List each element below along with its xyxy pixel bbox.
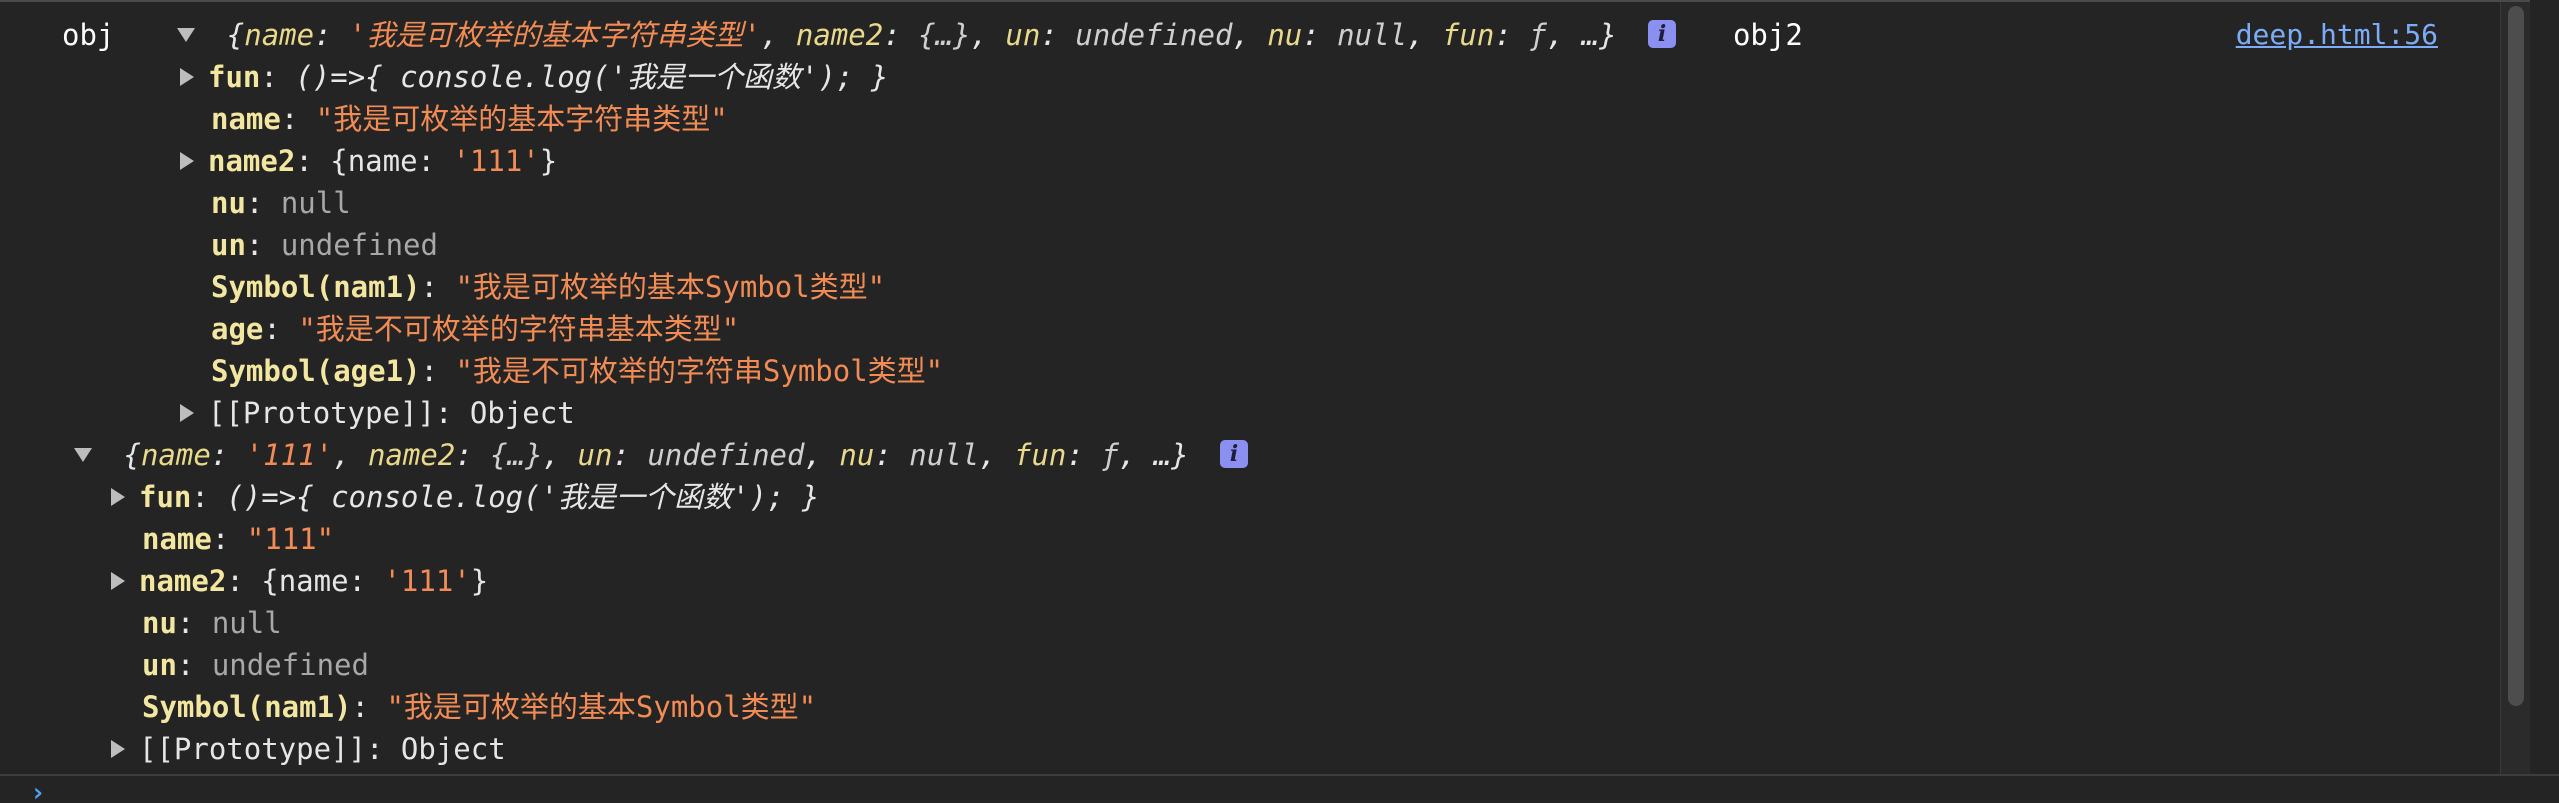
property-row: name: "我是可枚举的基本字符串类型" — [211, 102, 728, 136]
prototype-row[interactable]: [[Prototype]]: Object — [180, 392, 575, 434]
console-log-entry: {name: '111', name2: {…}, un: undefined,… — [74, 434, 1249, 476]
source-link[interactable]: deep.html:56 — [2236, 14, 2438, 56]
triangle-right-icon[interactable] — [180, 404, 194, 422]
triangle-right-icon[interactable] — [180, 68, 194, 86]
property-row: age: "我是不可枚举的字符串基本类型" — [211, 312, 740, 346]
obj-label: obj — [62, 18, 115, 52]
property-row: un: undefined — [142, 648, 369, 682]
property-row: un: undefined — [211, 228, 438, 262]
vertical-scrollbar[interactable] — [2500, 2, 2530, 776]
property-row[interactable]: name2: {name: '111'} — [180, 140, 557, 182]
triangle-down-icon[interactable] — [177, 28, 196, 42]
property-row[interactable]: name2: {name: '111'} — [111, 560, 488, 602]
triangle-right-icon[interactable] — [111, 488, 125, 506]
obj2-label: obj2 — [1732, 18, 1803, 52]
info-icon[interactable]: i — [1648, 20, 1677, 48]
console-log-entry: obj {name: '我是可枚举的基本字符串类型', name2: {…}, … — [62, 14, 1803, 56]
scrollbar-thumb[interactable] — [2508, 6, 2524, 706]
triangle-right-icon[interactable] — [111, 740, 125, 758]
property-row: nu: null — [211, 186, 351, 220]
chevron-right-icon: › — [30, 778, 46, 803]
prototype-row[interactable]: [[Prototype]]: Object — [111, 728, 506, 770]
property-row: name: "111" — [142, 522, 335, 556]
console-prompt-bar[interactable]: › — [0, 774, 2559, 803]
property-row[interactable]: fun: ()=>{ console.log('我是一个函数'); } — [111, 476, 819, 518]
obj2-summary[interactable]: {name: '111', name2: {…}, un: undefined,… — [123, 438, 1206, 472]
property-row: Symbol(nam1): "我是可枚举的基本Symbol类型" — [142, 690, 817, 724]
triangle-right-icon[interactable] — [111, 572, 125, 590]
triangle-right-icon[interactable] — [180, 152, 194, 170]
console-output: obj {name: '我是可枚举的基本字符串类型', name2: {…}, … — [0, 0, 2530, 776]
property-row: nu: null — [142, 606, 282, 640]
property-row[interactable]: fun: ()=>{ console.log('我是一个函数'); } — [180, 56, 888, 98]
info-icon[interactable]: i — [1220, 440, 1249, 468]
property-row: Symbol(nam1): "我是可枚举的基本Symbol类型" — [211, 270, 886, 304]
property-row: Symbol(age1): "我是不可枚举的字符串Symbol类型" — [211, 354, 944, 388]
obj-summary[interactable]: {name: '我是可枚举的基本字符串类型', name2: {…}, un: … — [227, 18, 1634, 52]
triangle-down-icon[interactable] — [74, 448, 92, 462]
